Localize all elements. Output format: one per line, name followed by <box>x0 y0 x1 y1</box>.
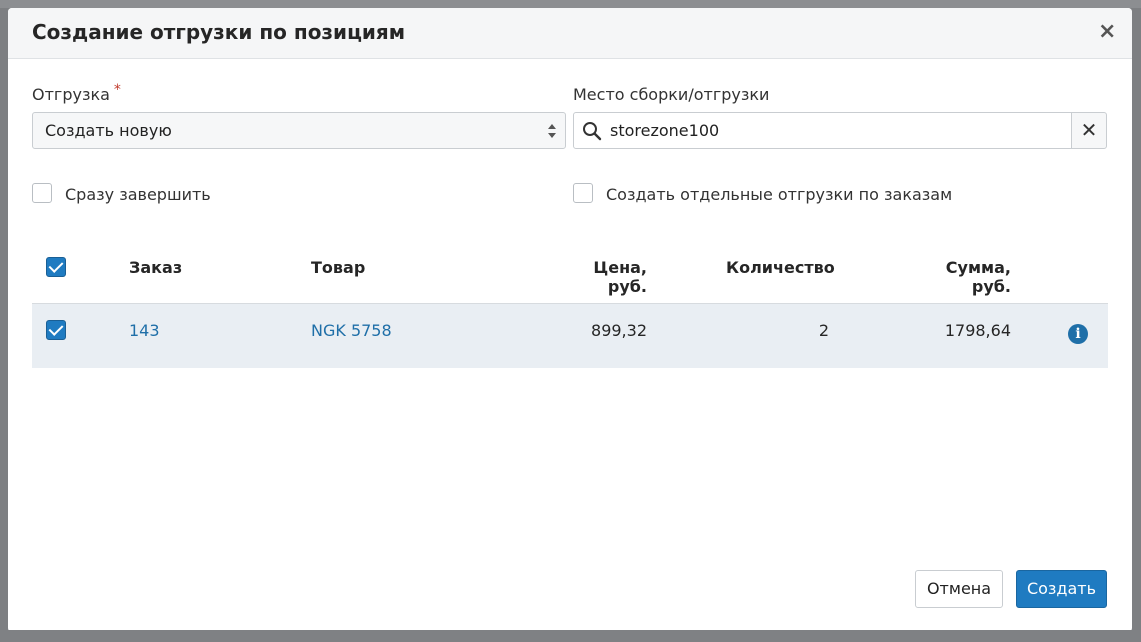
select-arrows-icon <box>548 124 556 138</box>
column-header-sum: Сумма, руб. <box>945 258 1011 296</box>
location-search-value: storezone100 <box>610 121 720 140</box>
dialog-header: Создание отгрузки по позициям × <box>8 8 1132 59</box>
clear-location-button[interactable]: ✕ <box>1071 112 1107 149</box>
location-label: Место сборки/отгрузки <box>573 85 770 104</box>
column-header-price: Цена, руб. <box>593 258 647 296</box>
product-link[interactable]: NGK 5758 <box>311 321 392 340</box>
column-header-product: Товар <box>311 258 366 277</box>
dialog-title: Создание отгрузки по позициям <box>32 20 406 44</box>
row-checkbox[interactable] <box>46 320 66 340</box>
select-all-checkbox[interactable] <box>46 257 66 277</box>
shipment-select[interactable]: Создать новую <box>32 112 566 149</box>
info-icon[interactable]: i <box>1068 324 1088 344</box>
column-header-order: Заказ <box>129 258 183 277</box>
price-cell: 899,32 <box>591 321 647 340</box>
required-mark: * <box>113 82 121 98</box>
background-header-strip <box>0 0 1141 8</box>
search-icon <box>583 122 602 141</box>
column-header-quantity: Количество <box>726 258 835 277</box>
order-link[interactable]: 143 <box>129 321 160 340</box>
complete-now-label: Сразу завершить <box>65 185 211 204</box>
location-search-field[interactable]: storezone100 <box>573 112 1073 149</box>
shipment-select-value: Создать новую <box>45 121 172 140</box>
close-icon[interactable]: × <box>1098 21 1116 43</box>
shipment-label-text: Отгрузка <box>32 85 110 104</box>
separate-by-orders-label: Создать отдельные отгрузки по заказам <box>606 185 953 204</box>
sum-cell: 1798,64 <box>944 321 1011 340</box>
separate-by-orders-checkbox[interactable] <box>573 183 593 203</box>
create-button[interactable]: Создать <box>1016 570 1107 608</box>
quantity-cell: 2 <box>818 321 829 340</box>
cancel-button[interactable]: Отмена <box>915 570 1003 608</box>
background-bottom-strip <box>0 630 1141 642</box>
complete-now-checkbox[interactable] <box>32 183 52 203</box>
shipment-label: Отгрузка * <box>32 82 121 104</box>
